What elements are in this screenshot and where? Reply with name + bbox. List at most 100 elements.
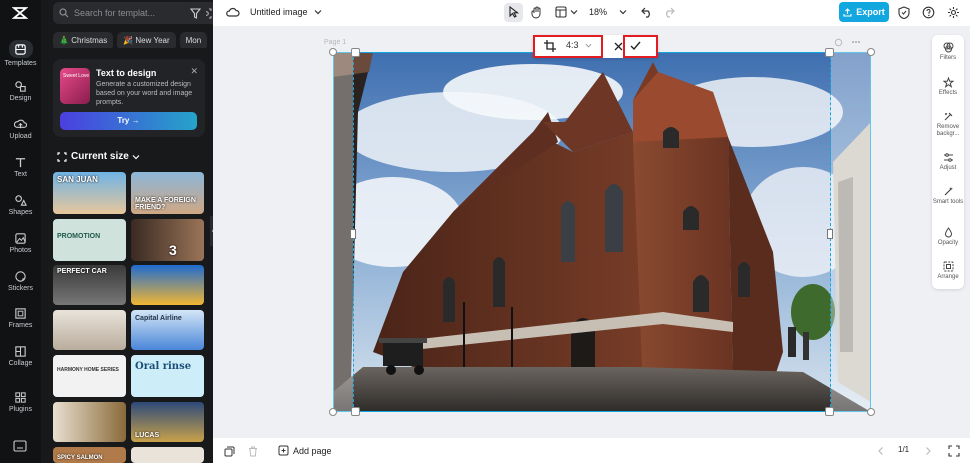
template-card[interactable]: MAKE A FOREIGN FRIEND? (131, 172, 204, 214)
resize-handle-top-left[interactable] (329, 48, 337, 56)
collage-icon (15, 346, 26, 357)
nav-frames[interactable]: Frames (0, 307, 41, 343)
nav-label: Templates (4, 60, 37, 67)
template-card[interactable]: 3 (131, 219, 204, 261)
design-icon (15, 81, 26, 92)
resize-handle-bottom-left[interactable] (329, 408, 337, 416)
pages-icon[interactable] (224, 446, 235, 457)
nav-upload[interactable]: Upload (0, 118, 41, 154)
search-icon (59, 8, 69, 18)
templates-icon (15, 43, 26, 55)
crop-handle-left[interactable] (350, 229, 356, 239)
smart-tools-tool[interactable]: Smart tools (932, 186, 964, 206)
chip-christmas[interactable]: 🎄 Christmas (53, 32, 114, 48)
opacity-tool[interactable]: Opacity (932, 227, 964, 247)
layout-dropdown[interactable] (555, 6, 578, 18)
template-card[interactable] (131, 447, 204, 463)
crop-handle-right[interactable] (827, 229, 833, 239)
template-card[interactable] (131, 265, 204, 305)
crop-handle-top-left[interactable] (351, 48, 360, 57)
nav-collage[interactable]: Collage (0, 345, 41, 381)
nav-label: Text (14, 171, 27, 178)
template-card[interactable]: SAN JUAN (53, 172, 126, 214)
nav-design[interactable]: Design (0, 80, 41, 116)
fullscreen-icon[interactable] (948, 445, 960, 457)
help-icon[interactable] (922, 6, 935, 19)
export-button[interactable]: Export (839, 2, 889, 22)
template-card[interactable] (53, 402, 126, 442)
remove-background-tool[interactable]: Remove backgr... (932, 111, 964, 138)
add-page-button[interactable]: Add page (278, 445, 332, 456)
template-card[interactable]: SPICY SALMON (53, 447, 126, 463)
undo-icon[interactable] (641, 7, 653, 18)
previous-page-icon[interactable] (877, 446, 885, 456)
nav-photos[interactable]: Photos (0, 232, 41, 268)
nav-plugins[interactable]: Plugins (0, 391, 41, 427)
more-options-icon[interactable] (851, 39, 861, 45)
search-input[interactable]: Search for templat... (74, 8, 201, 18)
nav-label: Collage (8, 360, 33, 367)
trash-icon[interactable] (248, 446, 258, 457)
template-card[interactable] (53, 310, 126, 350)
promo-thumbnail: Sweet Love (60, 68, 90, 104)
resize-handle-top-right[interactable] (867, 48, 875, 56)
add-page-icon (278, 445, 289, 456)
category-chips: 🎄 Christmas 🎉 New Year Mon (53, 30, 213, 48)
church-photo[interactable] (333, 52, 871, 412)
templates-panel: Search for templat... 🎄 Christmas 🎉 New Y… (41, 0, 218, 463)
nav-templates[interactable]: Templates (0, 40, 41, 76)
selection-frame (333, 52, 871, 412)
capcut-logo-icon (12, 7, 28, 19)
cloud-save-icon[interactable] (226, 6, 240, 18)
photos-icon (15, 233, 26, 244)
nav-label: Upload (9, 133, 32, 140)
effects-tool[interactable]: Effects (932, 77, 964, 97)
arrange-tool[interactable]: Arrange (932, 261, 964, 281)
resize-handle-bottom-right[interactable] (867, 408, 875, 416)
keyboard-icon[interactable] (13, 440, 27, 452)
nav-label: Frames (8, 322, 33, 329)
current-size-dropdown[interactable]: Current size (57, 151, 144, 162)
filters-tool[interactable]: Filters (932, 42, 964, 62)
crop-handle-top-right[interactable] (825, 48, 834, 57)
template-card[interactable]: PERFECT CAR (53, 265, 126, 305)
template-card[interactable]: PROMOTION (53, 219, 126, 261)
bottom-bar: Add page 1/1 (213, 438, 970, 463)
nav-label: Design (9, 95, 32, 102)
nav-text[interactable]: Text (0, 156, 41, 192)
chip-more[interactable]: Mon (179, 32, 208, 48)
page-settings-icon[interactable] (834, 38, 843, 47)
next-page-icon[interactable] (924, 446, 932, 456)
gear-icon[interactable] (947, 6, 960, 19)
nav-stickers[interactable]: Stickers (0, 270, 41, 306)
filter-button[interactable] (184, 2, 206, 24)
chevron-down-icon (619, 10, 627, 15)
template-card[interactable]: Capital Airline (131, 310, 204, 350)
plugins-icon (15, 392, 26, 403)
shield-icon[interactable] (898, 6, 910, 19)
crop-handle-bottom-left[interactable] (351, 407, 360, 416)
promo-title: Text to design (96, 68, 157, 78)
adjust-tool[interactable]: Adjust (932, 152, 964, 172)
close-icon[interactable]: ✕ (190, 66, 198, 77)
redo-icon[interactable] (663, 7, 675, 18)
arrange-icon (943, 261, 953, 272)
template-card[interactable]: HARMONY HOME SERIES (53, 355, 126, 397)
nav-label: Photos (9, 247, 32, 254)
template-card[interactable]: Oral rinse (131, 355, 204, 397)
chip-new-year[interactable]: 🎉 New Year (117, 32, 176, 48)
template-card[interactable]: LUCAS (131, 402, 204, 442)
text-to-design-card: Sweet Love Text to design Generate a cus… (53, 59, 205, 137)
crop-handle-bottom-right[interactable] (825, 407, 834, 416)
crop-excluded-right (831, 52, 871, 412)
try-button[interactable]: Try → (60, 112, 197, 130)
nav-label: Shapes (8, 209, 33, 216)
document-title[interactable]: Untitled image (250, 7, 322, 17)
select-tool-button[interactable] (504, 3, 523, 22)
filters-icon (943, 42, 953, 53)
cancel-crop-icon[interactable] (614, 42, 623, 51)
zoom-dropdown[interactable]: 18% (589, 7, 627, 17)
export-icon (843, 7, 852, 17)
hand-tool-icon[interactable] (531, 6, 543, 19)
nav-shapes[interactable]: Shapes (0, 194, 41, 230)
